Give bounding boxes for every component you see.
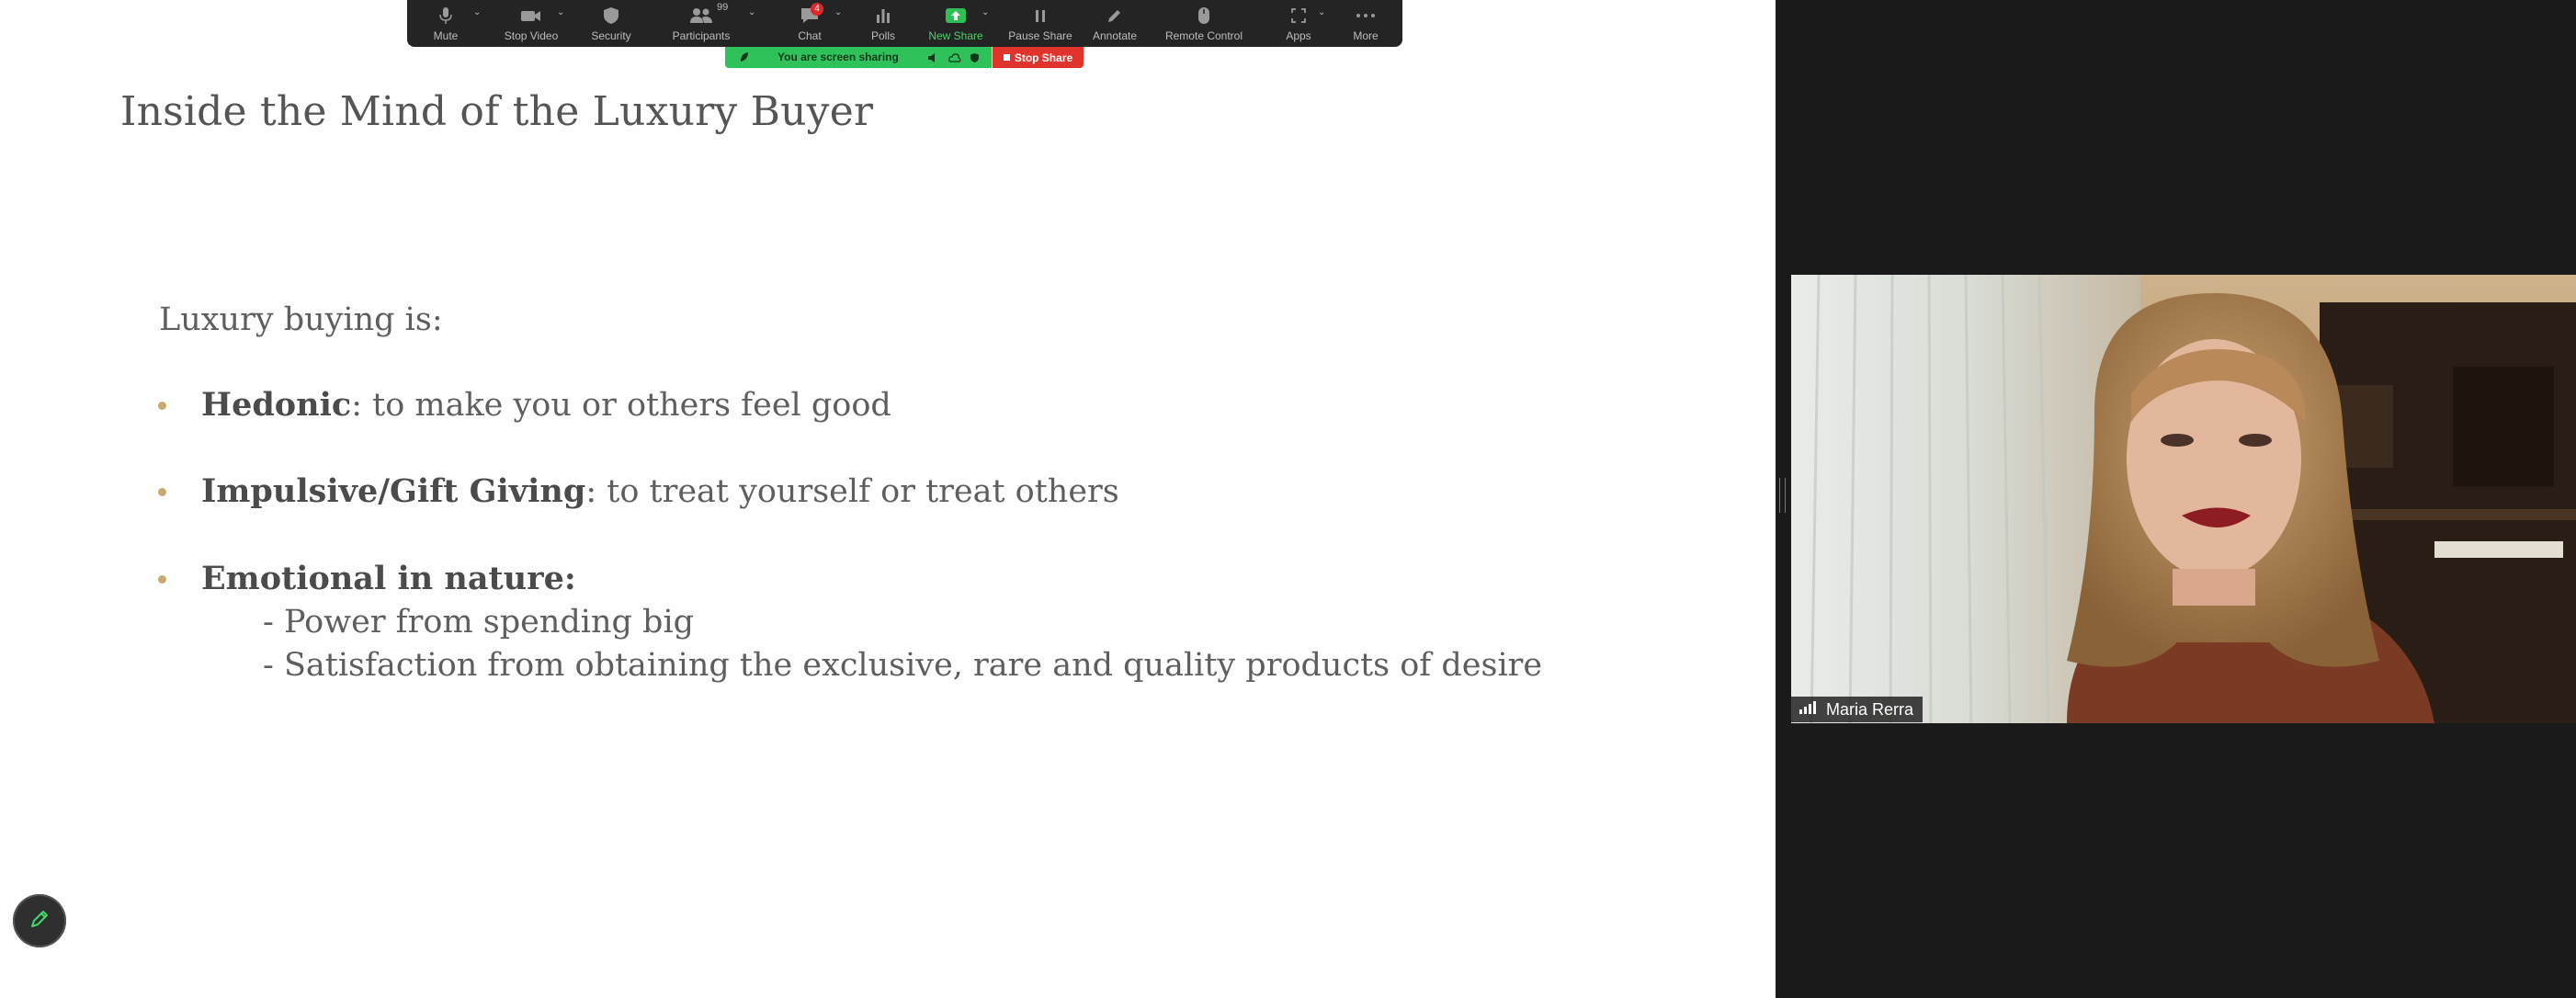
screen-sharing-text: You are screen sharing (777, 51, 899, 63)
share-options-caret[interactable]: ⌄ (982, 7, 989, 17)
bullet-dot (158, 575, 166, 584)
mute-options-caret[interactable]: ⌄ (473, 7, 481, 17)
stop-video-button[interactable]: Stop Video (504, 0, 559, 47)
more-button[interactable]: More (1347, 0, 1384, 47)
stop-share-button[interactable]: Stop Share (993, 47, 1084, 68)
pause-share-button[interactable]: Pause Share (1006, 0, 1074, 47)
more-label: More (1353, 29, 1379, 42)
participant-video[interactable] (1791, 275, 2576, 723)
chat-options-caret[interactable]: ⌄ (834, 7, 842, 17)
apps-button[interactable]: Apps (1280, 0, 1317, 47)
video-options-caret[interactable]: ⌄ (557, 7, 564, 17)
annotation-pen-button[interactable] (13, 894, 66, 947)
bar-chart-icon (871, 6, 895, 26)
participant-name: Maria Rerra (1826, 699, 1914, 719)
bullet-bold: Emotional in nature: (201, 560, 576, 597)
speaker-icon[interactable] (927, 51, 938, 68)
remote-control-button[interactable]: Remote Control (1161, 0, 1247, 47)
participant-name-tag: Maria Rerra (1791, 697, 1923, 722)
bullet-rest: : to treat yourself or treat others (585, 473, 1119, 510)
security-button[interactable]: Security (584, 0, 639, 47)
screen-sharing-banner: You are screen sharing (725, 47, 992, 68)
chat-button[interactable]: 4 Chat (791, 0, 828, 47)
apps-options-caret[interactable]: ⌄ (1318, 7, 1325, 17)
participants-icon: 99 (689, 2, 728, 26)
mute-button[interactable]: Mute (427, 0, 464, 47)
polls-button[interactable]: Polls (865, 0, 902, 47)
chat-bubble-icon: 4 (798, 3, 823, 26)
bullet-bold: Hedonic (201, 386, 352, 424)
sub-point: - Power from spending big (263, 604, 695, 641)
cloud-icon[interactable] (948, 51, 961, 68)
apps-label: Apps (1286, 29, 1311, 42)
participants-options-caret[interactable]: ⌄ (748, 7, 755, 17)
participant-video-image (1791, 275, 2576, 723)
security-label: Security (591, 29, 631, 42)
microphone-icon (434, 6, 458, 26)
shield-icon (599, 6, 623, 26)
pause-share-label: Pause Share (1008, 29, 1072, 42)
remote-control-label: Remote Control (1164, 29, 1243, 42)
mute-label: Mute (433, 29, 459, 42)
annotate-button[interactable]: Annotate (1087, 0, 1142, 47)
share-screen-icon (944, 6, 968, 26)
chat-label: Chat (798, 29, 822, 42)
pencil-icon (28, 907, 51, 936)
annotate-label: Annotate (1092, 29, 1138, 42)
new-share-button[interactable]: New Share (927, 0, 984, 47)
slide-title: Inside the Mind of the Luxury Buyer (120, 88, 874, 135)
stop-video-label: Stop Video (504, 29, 559, 42)
leaf-icon (739, 51, 750, 68)
bullet-dot (158, 488, 166, 496)
pause-icon (1028, 6, 1052, 26)
mouse-icon (1192, 6, 1216, 26)
bullet-text: Impulsive/Gift Giving: to treat yourself… (201, 472, 1119, 510)
slide-intro-text: Luxury buying is: (159, 301, 443, 338)
panel-resize-handle[interactable] (1779, 478, 1786, 513)
shield-icon[interactable] (970, 51, 980, 68)
signal-bars-icon (1799, 700, 1819, 720)
presentation-slide: Inside the Mind of the Luxury Buyer Luxu… (0, 0, 1776, 998)
video-camera-icon (519, 6, 543, 26)
new-share-label: New Share (928, 29, 983, 42)
sub-point: - Satisfaction from obtaining the exclus… (263, 647, 1543, 684)
participants-button[interactable]: 99 Participants (671, 0, 732, 47)
polls-label: Polls (870, 29, 895, 42)
pencil-icon (1103, 6, 1127, 26)
bullet-bold: Impulsive/Gift Giving (201, 472, 586, 510)
stop-square-icon (1003, 54, 1010, 61)
ellipsis-icon (1354, 6, 1378, 26)
stop-share-label: Stop Share (1014, 51, 1073, 64)
meeting-toolbar: Mute ⌄ Stop Video ⌄ Security 99 Particip… (407, 0, 1402, 47)
participants-label: Participants (672, 29, 731, 42)
apps-icon (1287, 6, 1311, 26)
bullet-text: Emotional in nature: (201, 560, 576, 597)
bullet-rest: : to make you or others feel good (351, 387, 891, 424)
chat-unread-badge: 4 (811, 3, 823, 16)
bullet-text: Hedonic: to make you or others feel good (201, 386, 891, 424)
participants-count: 99 (717, 2, 729, 13)
bullet-dot (158, 402, 166, 410)
